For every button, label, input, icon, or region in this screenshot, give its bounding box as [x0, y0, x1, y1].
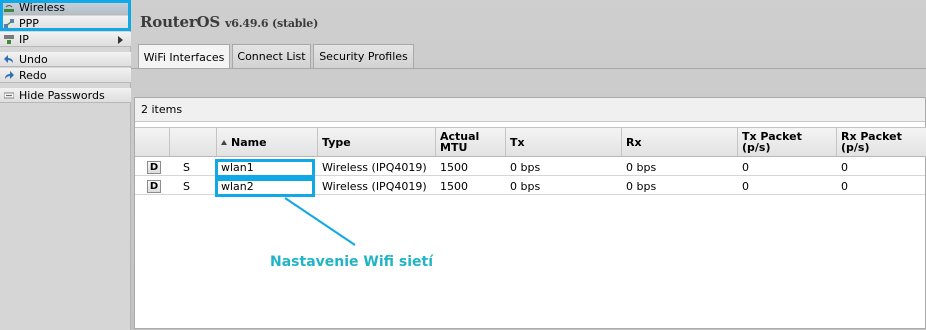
- column-header-rx-packet[interactable]: Rx Packet (p/s): [837, 127, 926, 157]
- flag-cell: S: [183, 179, 190, 193]
- sidebar-item-label: PPP: [19, 16, 39, 30]
- tab-label: Connect List: [237, 50, 306, 63]
- app-name: RouterOS: [140, 13, 221, 31]
- mtu-cell: 1500: [440, 179, 468, 193]
- column-header-tx-packet[interactable]: Tx Packet (p/s): [738, 127, 837, 157]
- tx-cell: 0 bps: [510, 179, 541, 193]
- hide-passwords-button[interactable]: Hide Passwords: [0, 88, 131, 103]
- sidebar-item-label: Undo: [19, 52, 48, 66]
- tx-packet-cell: 0: [742, 179, 749, 193]
- tab-label: WiFi Interfaces: [143, 50, 225, 64]
- main-panel: RouterOS v6.49.6 (stable) WiFi Interface…: [131, 0, 926, 330]
- wireless-icon: [4, 5, 14, 12]
- callout-annotation: Nastavenie Wifi sietí: [270, 254, 434, 270]
- item-count: 2 items: [141, 103, 183, 116]
- type-cell: Wireless (IPQ4019): [322, 179, 427, 193]
- column-header-name[interactable]: Name: [217, 127, 318, 157]
- sidebar: Wireless PPP IP Undo Redo Hide Passwords: [0, 0, 131, 330]
- disable-button[interactable]: D: [143, 158, 161, 176]
- type-cell: Wireless (IPQ4019): [322, 160, 427, 174]
- tx-packet-cell: 0: [742, 160, 749, 174]
- tx-cell: 0 bps: [510, 160, 541, 174]
- app-version: v6.49.6 (stable): [225, 17, 319, 30]
- tab-security-profiles[interactable]: Security Profiles: [313, 44, 414, 68]
- tab-connect-list[interactable]: Connect List: [232, 44, 311, 68]
- sidebar-item-ip[interactable]: IP: [0, 32, 131, 47]
- tab-wifi-interfaces[interactable]: WiFi Interfaces: [138, 44, 230, 69]
- sidebar-item-label: Wireless: [19, 0, 66, 14]
- undo-icon: [4, 55, 13, 63]
- submenu-arrow-icon: [118, 36, 123, 44]
- rx-packet-cell: 0: [841, 179, 848, 193]
- ppp-icon: [4, 19, 14, 28]
- rx-packet-cell: 0: [841, 160, 848, 174]
- sidebar-item-redo[interactable]: Redo: [0, 68, 131, 83]
- column-header-flag[interactable]: [170, 127, 217, 157]
- ip-icon: [4, 35, 14, 44]
- column-header-rx[interactable]: Rx: [622, 127, 738, 157]
- tab-label: Security Profiles: [319, 50, 408, 63]
- item-count-bar: 2 items: [135, 98, 925, 122]
- table-row[interactable]: D S wlan2 Wireless (IPQ4019) 1500 0 bps …: [135, 177, 925, 195]
- column-header-button[interactable]: [135, 127, 170, 157]
- column-header-tx[interactable]: Tx: [506, 127, 622, 157]
- table-row[interactable]: D S wlan1 Wireless (IPQ4019) 1500 0 bps …: [135, 158, 925, 176]
- mtu-cell: 1500: [440, 160, 468, 174]
- page-title: RouterOS v6.49.6 (stable): [140, 13, 318, 31]
- sidebar-item-undo[interactable]: Undo: [0, 52, 131, 67]
- name-cell[interactable]: wlan2: [217, 177, 254, 195]
- name-cell[interactable]: wlan1: [217, 158, 254, 176]
- interfaces-panel: 2 items Name Type Actual MTU Tx Rx Tx Pa…: [134, 97, 926, 329]
- sidebar-item-label: Hide Passwords: [19, 88, 105, 102]
- sidebar-item-ppp[interactable]: PPP: [0, 16, 131, 31]
- flag-cell: S: [183, 160, 190, 174]
- sidebar-item-label: IP: [19, 32, 29, 46]
- rx-cell: 0 bps: [626, 179, 657, 193]
- sidebar-item-wireless[interactable]: Wireless: [0, 0, 131, 15]
- column-header-actual-mtu[interactable]: Actual MTU: [436, 127, 506, 157]
- callout-pointer-line: [284, 197, 356, 246]
- column-header-type[interactable]: Type: [318, 127, 436, 157]
- redo-icon: [5, 71, 14, 79]
- disable-button[interactable]: D: [143, 177, 161, 195]
- tabbar-divider: [131, 68, 926, 69]
- hide-passwords-icon: [4, 92, 14, 99]
- sidebar-item-label: Redo: [19, 68, 47, 82]
- rx-cell: 0 bps: [626, 160, 657, 174]
- sort-ascending-icon: [221, 139, 227, 145]
